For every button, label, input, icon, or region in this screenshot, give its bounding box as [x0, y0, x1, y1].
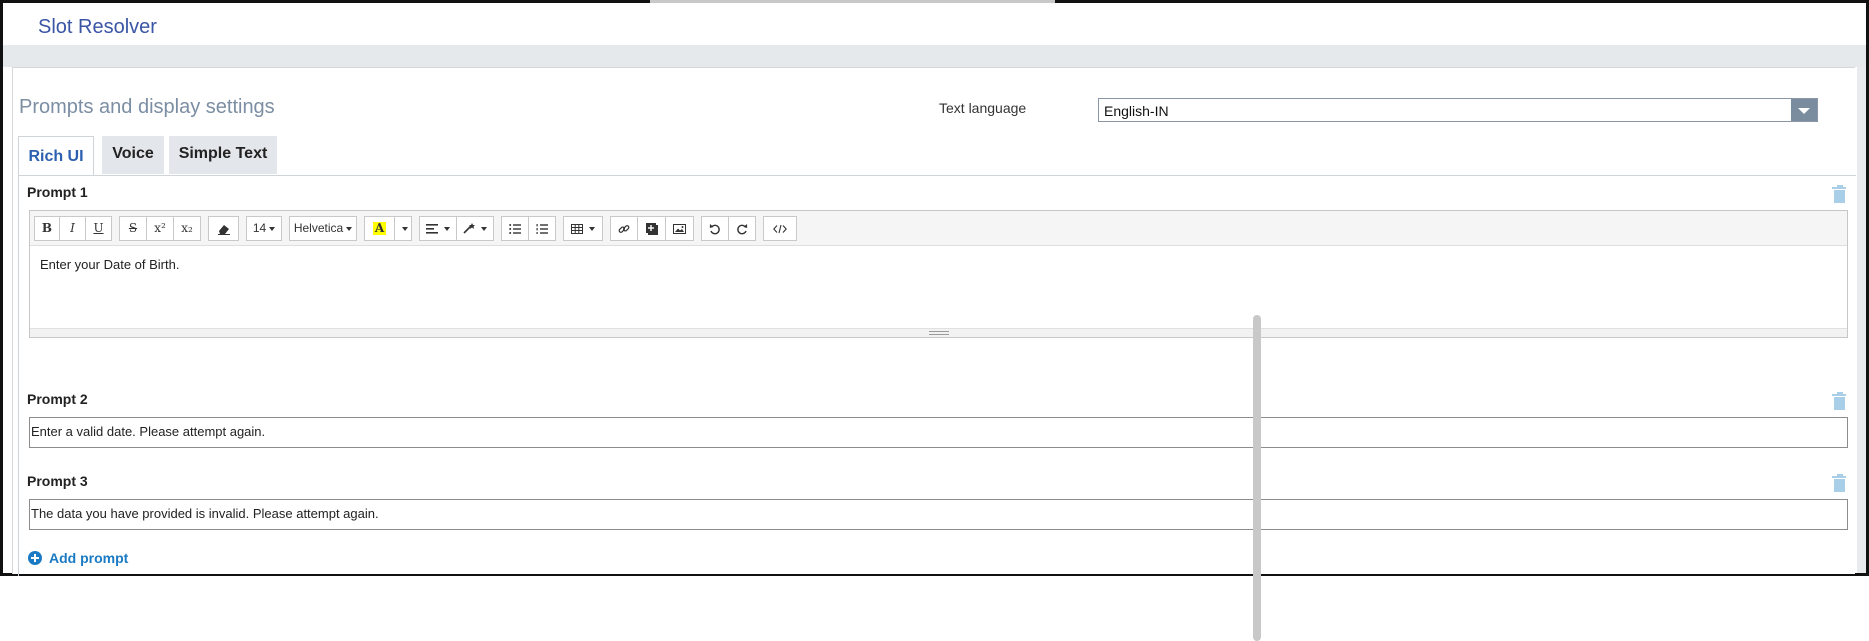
- header-band: [3, 45, 1866, 67]
- undo-icon: [709, 223, 720, 235]
- prompt-1-label: Prompt 1: [27, 184, 88, 200]
- tab-voice[interactable]: Voice: [102, 136, 164, 174]
- code-icon: [773, 224, 787, 233]
- superscript-button[interactable]: x²: [146, 216, 174, 241]
- undo-button[interactable]: [701, 216, 729, 241]
- rich-text-editor[interactable]: B I U S x² x₂ 14 Helvetica A Enter your …: [29, 210, 1848, 338]
- align-left-icon: [425, 223, 438, 234]
- table-dropdown[interactable]: [563, 216, 603, 241]
- bold-button[interactable]: B: [34, 216, 60, 241]
- tab-content: Prompt 1 B I U S x² x₂ 14 Helvetica A En…: [18, 175, 1856, 576]
- eraser-icon: [217, 224, 230, 235]
- link-icon: [618, 224, 630, 233]
- section-title: Prompts and display settings: [19, 96, 275, 118]
- text-language-select[interactable]: English-IN: [1098, 98, 1818, 122]
- trash-icon[interactable]: [1832, 185, 1846, 203]
- prompt-3-label: Prompt 3: [27, 473, 88, 489]
- font-family-dropdown[interactable]: Helvetica: [289, 216, 357, 241]
- link-button[interactable]: [610, 216, 638, 241]
- code-view-button[interactable]: [763, 216, 797, 241]
- tab-rich-ui[interactable]: Rich UI: [18, 136, 94, 176]
- numbered-list-icon: [536, 223, 548, 234]
- underline-button[interactable]: U: [85, 216, 112, 241]
- app-title: Slot Resolver: [38, 16, 157, 38]
- chevron-down-icon[interactable]: [1791, 99, 1817, 121]
- right-gutter: [1857, 67, 1866, 573]
- redo-button[interactable]: [728, 216, 756, 241]
- font-size-dropdown[interactable]: 14: [246, 216, 282, 241]
- tab-simple-text[interactable]: Simple Text: [169, 136, 277, 174]
- prompts-panel: Prompts and display settings Text langua…: [12, 67, 1856, 641]
- text-language-value: English-IN: [1104, 103, 1169, 119]
- editor-resize-handle[interactable]: [30, 328, 1847, 337]
- plus-circle-icon: [28, 551, 42, 565]
- prompt-3-input[interactable]: The data you have provided is invalid. P…: [29, 499, 1848, 530]
- align-dropdown[interactable]: [419, 216, 457, 241]
- table-icon: [570, 223, 583, 234]
- style-dropdown[interactable]: [456, 216, 494, 241]
- italic-button[interactable]: I: [59, 216, 86, 241]
- add-media-icon: [645, 222, 658, 235]
- add-prompt-label: Add prompt: [49, 550, 129, 566]
- prompt-2-input[interactable]: Enter a valid date. Please attempt again…: [29, 417, 1848, 448]
- trash-icon[interactable]: [1832, 474, 1846, 492]
- highlight-color-dropdown[interactable]: [394, 216, 412, 241]
- text-language-label: Text language: [939, 100, 1027, 116]
- image-icon: [673, 223, 686, 234]
- bullet-list-button[interactable]: [501, 216, 529, 241]
- redo-icon: [737, 223, 748, 235]
- highlight-color-button[interactable]: A: [364, 216, 395, 241]
- subscript-button[interactable]: x₂: [173, 216, 201, 241]
- strikethrough-button[interactable]: S: [119, 216, 147, 241]
- prompt-3-value: The data you have provided is invalid. P…: [31, 506, 379, 521]
- app-header: Slot Resolver: [3, 3, 1866, 46]
- bullet-list-icon: [509, 223, 521, 234]
- prompt-2-label: Prompt 2: [27, 391, 88, 407]
- editor-content[interactable]: Enter your Date of Birth.: [40, 257, 179, 272]
- insert-media-button[interactable]: [637, 216, 666, 241]
- numbered-list-button[interactable]: [528, 216, 556, 241]
- trash-icon[interactable]: [1832, 392, 1846, 410]
- editor-toolbar: B I U S x² x₂ 14 Helvetica A: [30, 211, 1847, 246]
- eraser-button[interactable]: [208, 216, 239, 241]
- vertical-scrollbar[interactable]: [1253, 315, 1261, 641]
- highlight-icon: A: [372, 221, 387, 235]
- insert-image-button[interactable]: [665, 216, 694, 241]
- overlay-strip: [1311, 322, 1377, 326]
- magic-wand-icon: [463, 223, 475, 234]
- prompt-2-value: Enter a valid date. Please attempt again…: [31, 424, 266, 439]
